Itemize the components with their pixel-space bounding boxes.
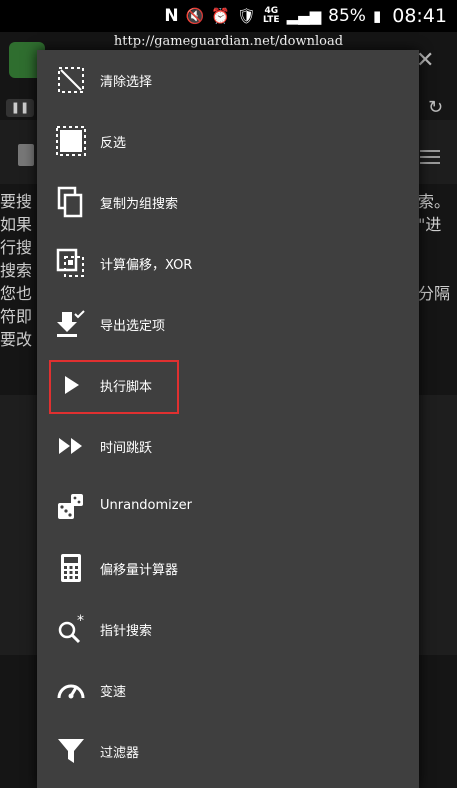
- bg-line: 如果: [0, 215, 33, 234]
- bg-line: 要改: [0, 330, 33, 349]
- copy-icon: [55, 186, 87, 218]
- menu-label: 变速: [100, 685, 127, 700]
- background-url: http://gameguardian.net/download: [113, 34, 344, 49]
- menu-label: 复制为组搜索: [100, 197, 179, 212]
- battery-icon: ▮: [372, 6, 382, 25]
- menu-label: 导出选定项: [100, 319, 166, 334]
- network-type: 4G LTE: [263, 7, 280, 25]
- notification-icon: 🛡: [236, 6, 257, 25]
- menu-label: 反选: [100, 136, 127, 151]
- menu-item-unrandomizer[interactable]: Unrandomizer: [37, 477, 419, 538]
- network-lte: LTE: [263, 15, 280, 25]
- menu-label: 指针搜索: [100, 624, 153, 639]
- bg-line: 符即: [0, 307, 33, 326]
- clear-selection-icon: [55, 64, 87, 96]
- signal-icon: ▂▄▆: [286, 6, 322, 25]
- menu-label: Unrandomizer: [100, 498, 192, 513]
- offset-calculate-icon: [55, 247, 87, 279]
- bg-line: "进: [418, 215, 442, 234]
- alarm-icon: ⏰: [211, 6, 230, 25]
- speedometer-icon: [55, 674, 87, 706]
- menu-item-speed-hack[interactable]: 变速: [37, 660, 419, 721]
- menu-item-invert-selection[interactable]: 反选: [37, 111, 419, 172]
- menu-label: 过滤器: [100, 746, 140, 761]
- trash-icon: [18, 144, 34, 166]
- menu-label: 时间跳跃: [100, 441, 153, 456]
- menu-item-export-selected[interactable]: 导出选定项: [37, 294, 419, 355]
- export-icon: [55, 308, 87, 340]
- carrier-icon: N: [164, 5, 179, 26]
- battery-percent: 85%: [328, 6, 366, 26]
- bg-line: 分隔: [418, 284, 451, 303]
- menu-item-clear-selection[interactable]: 清除选择: [37, 50, 419, 111]
- context-menu: 清除选择 反选 复制为组搜索 计算偏移，XOR 导出选定项 执行脚本 时间跳跃 …: [37, 50, 419, 788]
- clock: 08:41: [392, 5, 447, 27]
- menu-icon: [420, 150, 440, 164]
- menu-item-calculate-offset-xor[interactable]: 计算偏移，XOR: [37, 233, 419, 294]
- menu-item-offset-calculator[interactable]: 偏移量计算器: [37, 538, 419, 599]
- pointer-search-icon: *: [55, 613, 87, 645]
- bg-line: 您也: [0, 284, 33, 303]
- menu-item-filter[interactable]: 过滤器: [37, 721, 419, 782]
- status-bar: N 🔇 ⏰ 🛡 4G LTE ▂▄▆ 85% ▮ 08:41: [0, 0, 457, 32]
- refresh-icon: ↻: [428, 97, 444, 118]
- calculator-icon: [55, 552, 87, 584]
- menu-item-time-jump[interactable]: 时间跳跃: [37, 416, 419, 477]
- menu-item-copy-group-search[interactable]: 复制为组搜索: [37, 172, 419, 233]
- svg-text:*: *: [77, 613, 84, 629]
- pause-icon: ❚❚: [6, 99, 34, 117]
- bg-line: 行搜: [0, 238, 33, 257]
- menu-item-pointer-search[interactable]: * 指针搜索: [37, 599, 419, 660]
- mute-icon: 🔇: [185, 6, 205, 25]
- menu-label: 偏移量计算器: [100, 563, 179, 578]
- background-text-left: 要搜 如果 行搜 搜索 您也 符即 要改: [0, 190, 40, 351]
- menu-label: 清除选择: [100, 75, 153, 90]
- fast-forward-icon: [55, 430, 87, 462]
- background-text-right: 索。 "进 分隔: [418, 190, 457, 305]
- menu-label: 计算偏移，XOR: [100, 258, 193, 273]
- bg-line: 搜索: [0, 261, 33, 280]
- highlight-box: [49, 360, 179, 414]
- bg-line: 索。: [418, 192, 451, 211]
- dice-icon: [55, 491, 87, 523]
- bg-line: 要搜: [0, 192, 33, 211]
- filter-icon: [55, 735, 87, 767]
- invert-selection-icon: [55, 125, 87, 157]
